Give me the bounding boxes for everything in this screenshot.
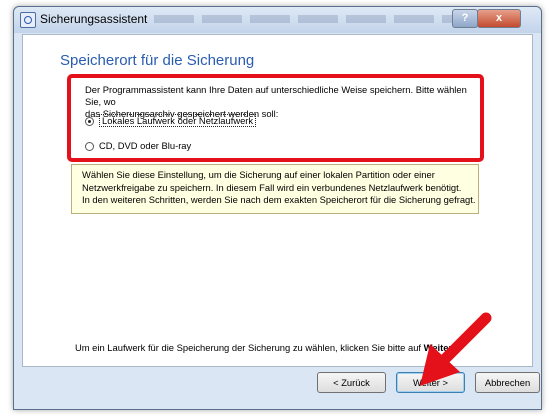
option-local-drive[interactable]: Lokales Laufwerk oder Netzlaufwerk <box>85 114 257 127</box>
back-button[interactable]: < Zurück <box>317 372 386 393</box>
window-title: Sicherungsassistent <box>40 12 148 26</box>
radio-selected-icon[interactable] <box>85 117 94 127</box>
page-title: Speicherort für die Sicherung <box>60 52 255 69</box>
option-label[interactable]: CD, DVD oder Blu-ray <box>99 140 191 151</box>
radio-unselected-icon[interactable] <box>85 142 94 152</box>
close-button[interactable]: x <box>477 9 521 28</box>
info-line-1: Wählen Sie diese Einstellung, um die Sic… <box>82 169 435 180</box>
help-button[interactable]: ? <box>452 9 478 28</box>
title-bar[interactable]: Sicherungsassistent ? x <box>14 7 541 33</box>
option-optical-media[interactable]: CD, DVD oder Blu-ray <box>85 140 191 152</box>
option-label[interactable]: Lokales Laufwerk oder Netzlaufwerk <box>99 114 257 127</box>
info-line-2: Netzwerkfreigabe zu speichern. In diesem… <box>82 181 462 193</box>
description-line-1: Der Programmassistent kann Ihre Daten au… <box>85 84 467 107</box>
hint-main: Um ein Laufwerk für die Speicherung der … <box>75 342 422 353</box>
background-window-title <box>154 15 454 23</box>
info-line-3: In den weiteren Schritten, werden Sie na… <box>82 194 476 205</box>
info-box: Wählen Sie diese Einstellung, um die Sic… <box>71 164 479 214</box>
red-arrow-icon <box>420 312 492 386</box>
highlight-box: Der Programmassistent kann Ihre Daten au… <box>67 74 484 162</box>
hint-text: Um ein Laufwerk für die Speicherung der … <box>75 342 452 353</box>
app-icon <box>20 12 36 28</box>
